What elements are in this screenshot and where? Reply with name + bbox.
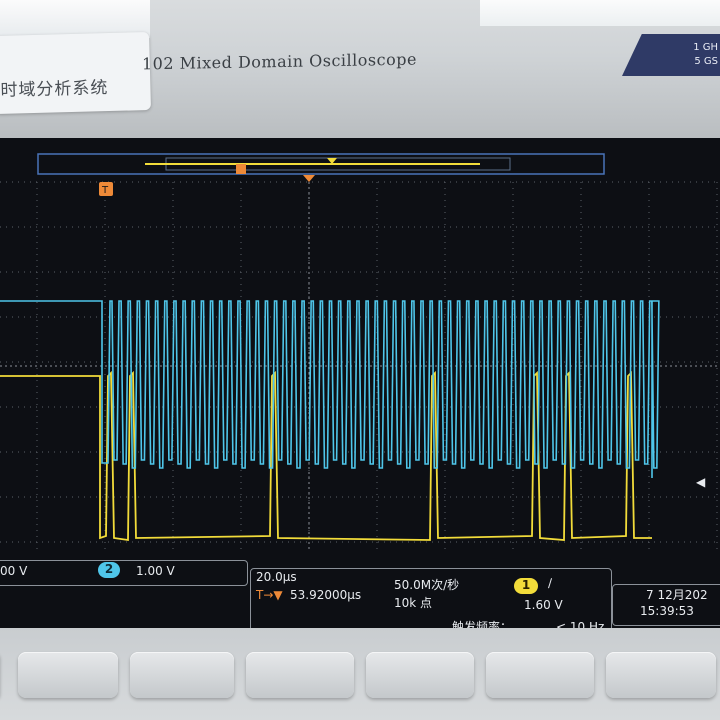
ch1-waveform: [0, 370, 652, 542]
time-per-div: 20.0µs: [256, 570, 297, 584]
label-text: 时域分析系统: [0, 78, 109, 101]
trigger-delay-icon: T→▼: [256, 588, 283, 602]
trigger-position-label: T: [101, 185, 109, 196]
ch2-level-arrow-icon: ◀: [696, 475, 706, 489]
channel-readout-box[interactable]: [0, 560, 248, 586]
ch1-scale: 00 V: [0, 564, 28, 578]
spec-badge: 1 GH 5 GS: [622, 34, 720, 76]
spec-sample-rate: 5 GS: [694, 56, 718, 67]
trigger-channel-badge[interactable]: 1: [514, 578, 538, 594]
ch2-waveform: [0, 300, 660, 478]
label-sticker: 时域分析系统: [0, 31, 151, 115]
ch2-badge[interactable]: 2: [98, 562, 120, 578]
top-bezel: 时域分析系统 102 Mixed Domain Oscilloscope 1 G…: [0, 0, 720, 140]
softkey-4[interactable]: [366, 652, 474, 698]
spec-bandwidth: 1 GH: [693, 42, 718, 53]
softkey-6[interactable]: [606, 652, 716, 698]
softkey-3[interactable]: [246, 652, 354, 698]
date: 7 12月202: [646, 588, 708, 602]
trigger-level: 1.60 V: [524, 598, 563, 612]
light-reflection: [480, 0, 720, 26]
ch2-scale: 1.00 V: [136, 564, 175, 578]
record-length: 10k 点: [394, 596, 433, 610]
record-trigger-marker: [236, 164, 246, 174]
softkey-2[interactable]: [130, 652, 234, 698]
trigger-delay: 53.92000µs: [290, 588, 362, 602]
oscilloscope-screen: T ◀ 00 V 2 1.00 V 20.0µs T→▼ 53.92000µs …: [0, 138, 720, 640]
trigger-slope-icon: ∕: [548, 576, 553, 590]
waveform-display: T ◀: [0, 153, 720, 552]
center-marker-icon: [303, 175, 315, 182]
softkey-1[interactable]: [18, 652, 118, 698]
softkey-5[interactable]: [486, 652, 594, 698]
model-title: 102 Mixed Domain Oscilloscope: [142, 49, 417, 74]
bottom-bezel: [0, 628, 720, 720]
time: 15:39:53: [640, 604, 694, 618]
sample-rate: 50.0M次/秒: [394, 578, 460, 592]
